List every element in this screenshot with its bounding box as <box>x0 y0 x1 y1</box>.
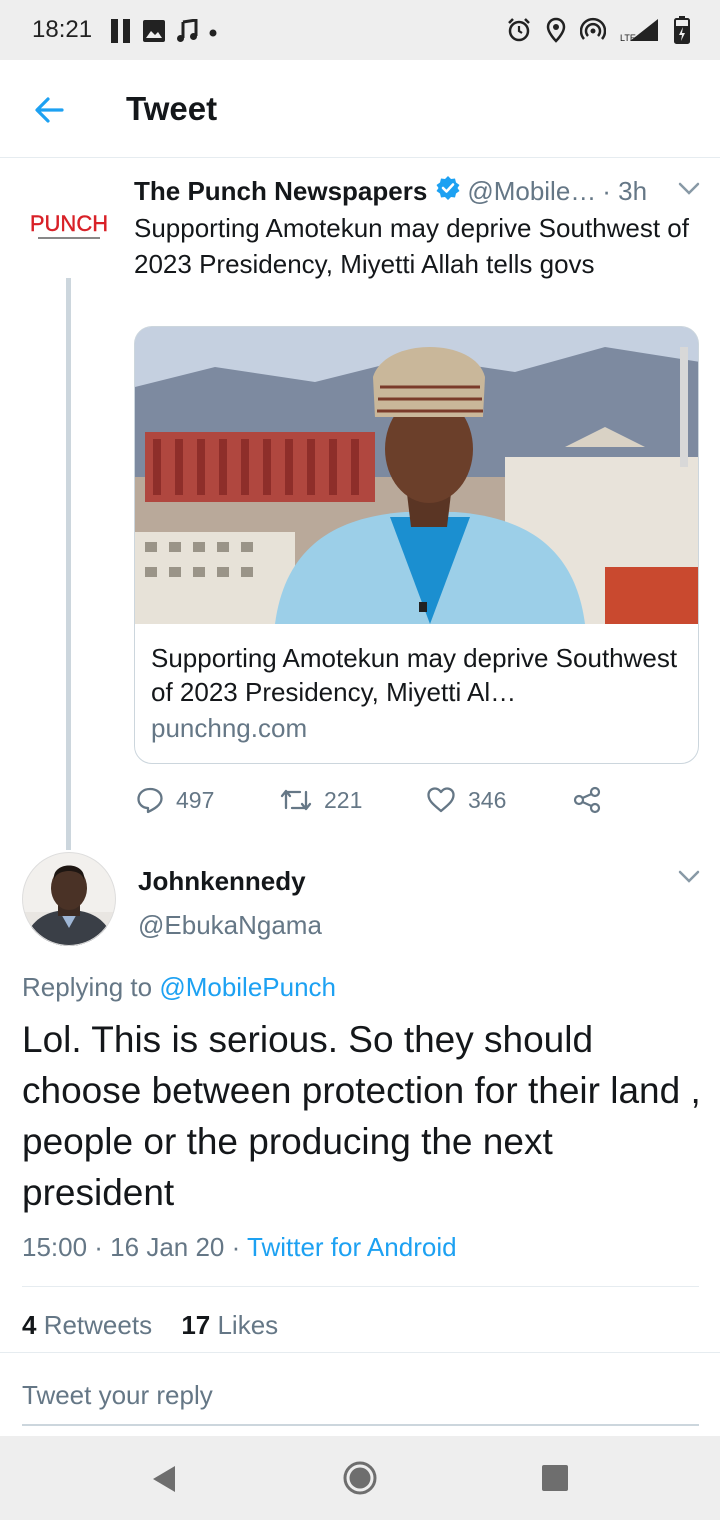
replying-to: Replying to @MobilePunch <box>22 972 336 1003</box>
avatar[interactable]: PUNCH <box>22 180 116 274</box>
likes-label: Likes <box>210 1310 279 1340</box>
user-avatar-image <box>22 852 116 946</box>
svg-text:PUNCH: PUNCH <box>30 211 108 236</box>
pause-icon <box>110 18 132 49</box>
likes-count: 17 <box>181 1310 211 1340</box>
arrow-left-icon <box>35 97 64 123</box>
dot-icon <box>208 25 218 43</box>
divider <box>22 1286 699 1287</box>
nav-recents-button[interactable] <box>541 1464 569 1497</box>
triangle-back-icon <box>153 1466 175 1492</box>
page-title: Tweet <box>126 90 218 127</box>
tweet-meta: 15:00 · 16 Jan 20 · Twitter for Android <box>22 1232 457 1263</box>
card-title: Supporting Amotekun may deprive Southwes… <box>151 643 678 707</box>
reply-button[interactable]: 497 <box>136 780 214 820</box>
reply-input[interactable]: Tweet your reply <box>22 1380 213 1411</box>
like-count: 346 <box>468 786 507 813</box>
tweet-timestamp: 15:00 · 16 Jan 20 · <box>22 1232 248 1262</box>
article-thumbnail <box>135 327 698 624</box>
like-button[interactable]: 346 <box>426 780 506 820</box>
quoted-tweet-header: The Punch Newspapers @Mobile… · 3h <box>134 174 704 208</box>
punch-logo-icon: PUNCH <box>22 180 116 274</box>
reply-icon <box>137 787 163 814</box>
alarm-icon <box>506 17 532 48</box>
svg-text:LTE: LTE <box>620 33 636 43</box>
retweet-icon <box>280 789 312 811</box>
lte-signal-icon: LTE <box>620 17 660 48</box>
author-name[interactable]: The Punch Newspapers <box>134 176 427 207</box>
tweet-actions: 497 221 346 <box>134 780 699 820</box>
heart-icon <box>427 787 455 813</box>
author-name[interactable]: Johnkennedy <box>138 866 306 897</box>
chevron-down-icon <box>678 870 700 883</box>
battery-icon <box>674 16 690 49</box>
likes-stat[interactable]: 17 Likes <box>181 1310 278 1340</box>
verified-badge-icon <box>435 175 461 208</box>
image-icon <box>142 19 166 48</box>
replying-prefix: Replying to <box>22 972 160 1002</box>
avatar[interactable] <box>22 852 116 946</box>
back-button[interactable] <box>30 92 70 128</box>
status-time: 18:21 <box>32 16 93 43</box>
tweet-stats: 4 Retweets 17 Likes <box>22 1310 278 1341</box>
music-note-icon <box>176 18 198 48</box>
navigation-bar <box>0 1436 720 1520</box>
location-icon <box>546 17 566 48</box>
card-domain: punchng.com <box>151 713 308 743</box>
tweet-text: Lol. This is serious. So they should cho… <box>22 1019 701 1213</box>
share-icon <box>573 786 601 814</box>
status-bar: 18:21 LTE <box>0 0 720 60</box>
tweet-options-button[interactable] <box>678 182 700 201</box>
thread-line <box>66 278 71 850</box>
retweet-button[interactable]: 221 <box>280 780 362 820</box>
share-button[interactable] <box>572 780 602 820</box>
mention-link[interactable]: @MobilePunch <box>159 972 336 1002</box>
retweets-count: 4 <box>22 1310 37 1340</box>
nav-back-button[interactable] <box>150 1464 178 1499</box>
square-recents-icon <box>542 1465 568 1491</box>
retweets-stat[interactable]: 4 Retweets <box>22 1310 152 1340</box>
link-card[interactable]: Supporting Amotekun may deprive Southwes… <box>134 326 699 764</box>
chevron-down-icon <box>678 182 700 195</box>
tweet-time: · 3h <box>602 175 648 206</box>
header: Tweet <box>0 60 720 158</box>
divider <box>0 1352 720 1353</box>
circle-home-icon <box>343 1461 377 1495</box>
tweet-options-button[interactable] <box>678 870 700 889</box>
retweet-count: 221 <box>324 786 363 813</box>
nav-home-button[interactable] <box>342 1460 378 1501</box>
hotspot-icon <box>579 17 607 48</box>
reply-input-underline <box>22 1424 699 1426</box>
author-handle[interactable]: @EbukaNgama <box>138 910 322 941</box>
retweets-label: Retweets <box>36 1310 153 1340</box>
quoted-tweet-text: Supporting Amotekun may deprive Southwes… <box>134 213 689 279</box>
tweet-source-link[interactable]: Twitter for Android <box>247 1232 457 1262</box>
author-handle[interactable]: @Mobile… <box>467 176 596 207</box>
reply-count: 497 <box>176 786 215 813</box>
